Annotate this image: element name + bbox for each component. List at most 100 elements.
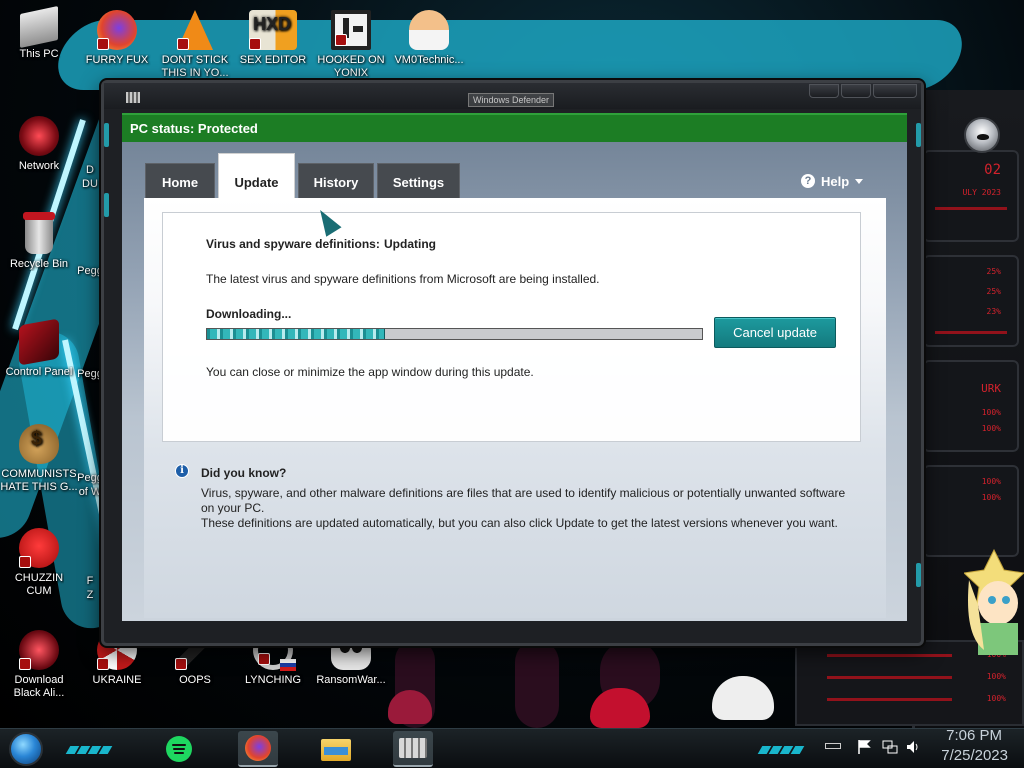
help-menu[interactable]: ? Help [801, 172, 864, 190]
desktop-icon-communists[interactable]: $ COMMUNISTS HATE THIS G... [0, 424, 78, 494]
did-you-know-text-3: These definitions are updated automatica… [201, 516, 838, 530]
hud-text: 23% [986, 307, 1001, 316]
download-progress-bar [206, 328, 703, 340]
desktop-icon-this-pc[interactable]: This PC [0, 5, 78, 61]
definitions-status: Updating [384, 237, 436, 251]
desktop-icon-label: Network [18, 160, 60, 172]
tab-label: Home [161, 175, 199, 190]
update-description: The latest virus and spyware definitions… [206, 272, 600, 286]
wallpaper-figure [515, 640, 559, 728]
hud-text: 100% [981, 477, 1001, 486]
start-button[interactable] [9, 732, 43, 766]
desktop-icon-recycle-bin[interactable]: Recycle Bin [0, 212, 78, 271]
window-titlebar[interactable]: Windows Defender [104, 83, 921, 109]
taskbar-file-explorer[interactable] [316, 731, 356, 767]
windows-defender-window: Windows Defender PC status: Protected Ho… [101, 80, 924, 646]
tab-update[interactable]: Update [218, 153, 295, 199]
update-tab-content: Virus and spyware definitions: Updating … [144, 198, 886, 618]
desktop-icon-label: DONT STICK THIS IN YO... [161, 54, 229, 79]
alien-globe-icon [19, 630, 59, 670]
progress-label: Downloading... [206, 307, 292, 321]
desktop-icon-label: UKRAINE [92, 674, 142, 686]
tab-label: History [313, 175, 359, 190]
download-progress-fill [207, 329, 386, 339]
taskbar [0, 728, 1024, 768]
desktop-icon-label: CHUZZIN CUM [14, 572, 64, 597]
hud-text: 100% [986, 694, 1006, 703]
cartoon-character-icon [964, 548, 1024, 655]
did-you-know-text-2: on your PC. [201, 501, 265, 515]
minimize-button[interactable] [809, 84, 839, 98]
desktop-icon-vm0technic[interactable]: VM0Technic... [390, 10, 468, 67]
desktop-icon-label: VM0Technic... [394, 54, 464, 66]
volume-icon[interactable] [905, 739, 921, 758]
control-panel-icon [19, 318, 59, 366]
money-bag-icon: $ [19, 424, 59, 464]
close-button[interactable] [873, 84, 917, 98]
frame-accent [104, 193, 109, 217]
network-globe-icon [19, 116, 59, 156]
hud-text: 25% [986, 287, 1001, 296]
tab-settings[interactable]: Settings [377, 163, 460, 199]
tab-history[interactable]: History [298, 163, 374, 199]
desktop-icon-network[interactable]: Network [0, 116, 78, 173]
red-fuzzball-icon [19, 528, 59, 568]
desktop-icon-label: This PC [19, 48, 59, 60]
taskbar-windows-defender[interactable] [393, 731, 433, 767]
defender-client-area: PC status: Protected Home Update History… [122, 113, 907, 621]
desktop-icon-control-panel[interactable]: Control Panel [0, 318, 78, 379]
keyboard-icon[interactable] [825, 743, 841, 749]
question-icon: ? [801, 174, 815, 188]
network-icon[interactable] [882, 739, 898, 758]
desktop-icon-chuzzin[interactable]: CHUZZIN CUM [0, 528, 78, 598]
pc-status-text: PC status: Protected [130, 121, 258, 136]
hud-text: 100% [981, 493, 1001, 502]
desktop-icon-label: Control Panel [5, 366, 73, 378]
window-title: Windows Defender [468, 93, 555, 107]
desktop-icon-label: FURRY FUX [85, 54, 149, 66]
alienware-logo-icon [964, 117, 1000, 153]
pc-status-bar: PC status: Protected [122, 113, 907, 142]
taskbar-firefox[interactable] [238, 731, 278, 767]
recycle-bin-icon [23, 212, 55, 254]
help-label: Help [821, 173, 850, 189]
computer-icon [20, 5, 58, 49]
firefox-icon [245, 735, 271, 761]
clock-time[interactable]: 7:06 PM [942, 727, 1002, 744]
tab-label: Update [234, 175, 279, 190]
flag-icon[interactable] [857, 739, 871, 758]
desktop-icon-label: RansomWar... [316, 674, 386, 686]
vlc-cone-icon [177, 10, 213, 50]
windows-defender-icon [399, 738, 427, 758]
close-window-note: You can close or minimize the app window… [206, 365, 534, 379]
definitions-label: Virus and spyware definitions: [206, 237, 380, 251]
desktop-icon-hooked-on-yonix[interactable]: HOOKED ON YONIX [312, 10, 390, 80]
hud-text: ULY 2023 [962, 188, 1001, 197]
update-status-panel: Virus and spyware definitions: Updating … [162, 212, 861, 442]
hxd-editor-icon: HXD [249, 10, 297, 50]
clock-date[interactable]: 7/25/2023 [926, 747, 1008, 764]
maximize-button[interactable] [841, 84, 871, 98]
desktop-icon-label: Download Black Ali... [13, 674, 65, 699]
desktop-icon-label: SEX EDITOR [239, 54, 307, 66]
taskbar-spotify[interactable] [159, 731, 199, 767]
desktop-icon-label: COMMUNISTS HATE THIS G... [0, 468, 78, 493]
tab-home[interactable]: Home [145, 163, 215, 199]
taskbar-decoration [757, 741, 805, 754]
frame-accent [916, 123, 921, 147]
taskbar-decoration [65, 741, 113, 754]
chevron-down-icon [855, 178, 864, 184]
desktop-icon-label: HOOKED ON YONIX [317, 54, 385, 79]
maze-game-icon [331, 10, 371, 50]
cancel-update-button[interactable]: Cancel update [714, 317, 836, 348]
desktop-icon-download-black-ali[interactable]: Download Black Ali... [0, 630, 78, 700]
firefox-icon [97, 10, 137, 50]
hud-text: URK [981, 382, 1001, 395]
desktop-icon-furry-fux[interactable]: FURRY FUX [78, 10, 156, 67]
info-icon: i [175, 464, 189, 478]
did-you-know-text-1: Virus, spyware, and other malware defini… [201, 486, 846, 500]
window-app-icon [126, 92, 140, 103]
desktop-icon-label: LYNCHING [244, 674, 302, 686]
desktop-icon-dont-stick[interactable]: DONT STICK THIS IN YO... [156, 10, 234, 80]
desktop-icon-sex-editor[interactable]: HXD SEX EDITOR [234, 10, 312, 67]
